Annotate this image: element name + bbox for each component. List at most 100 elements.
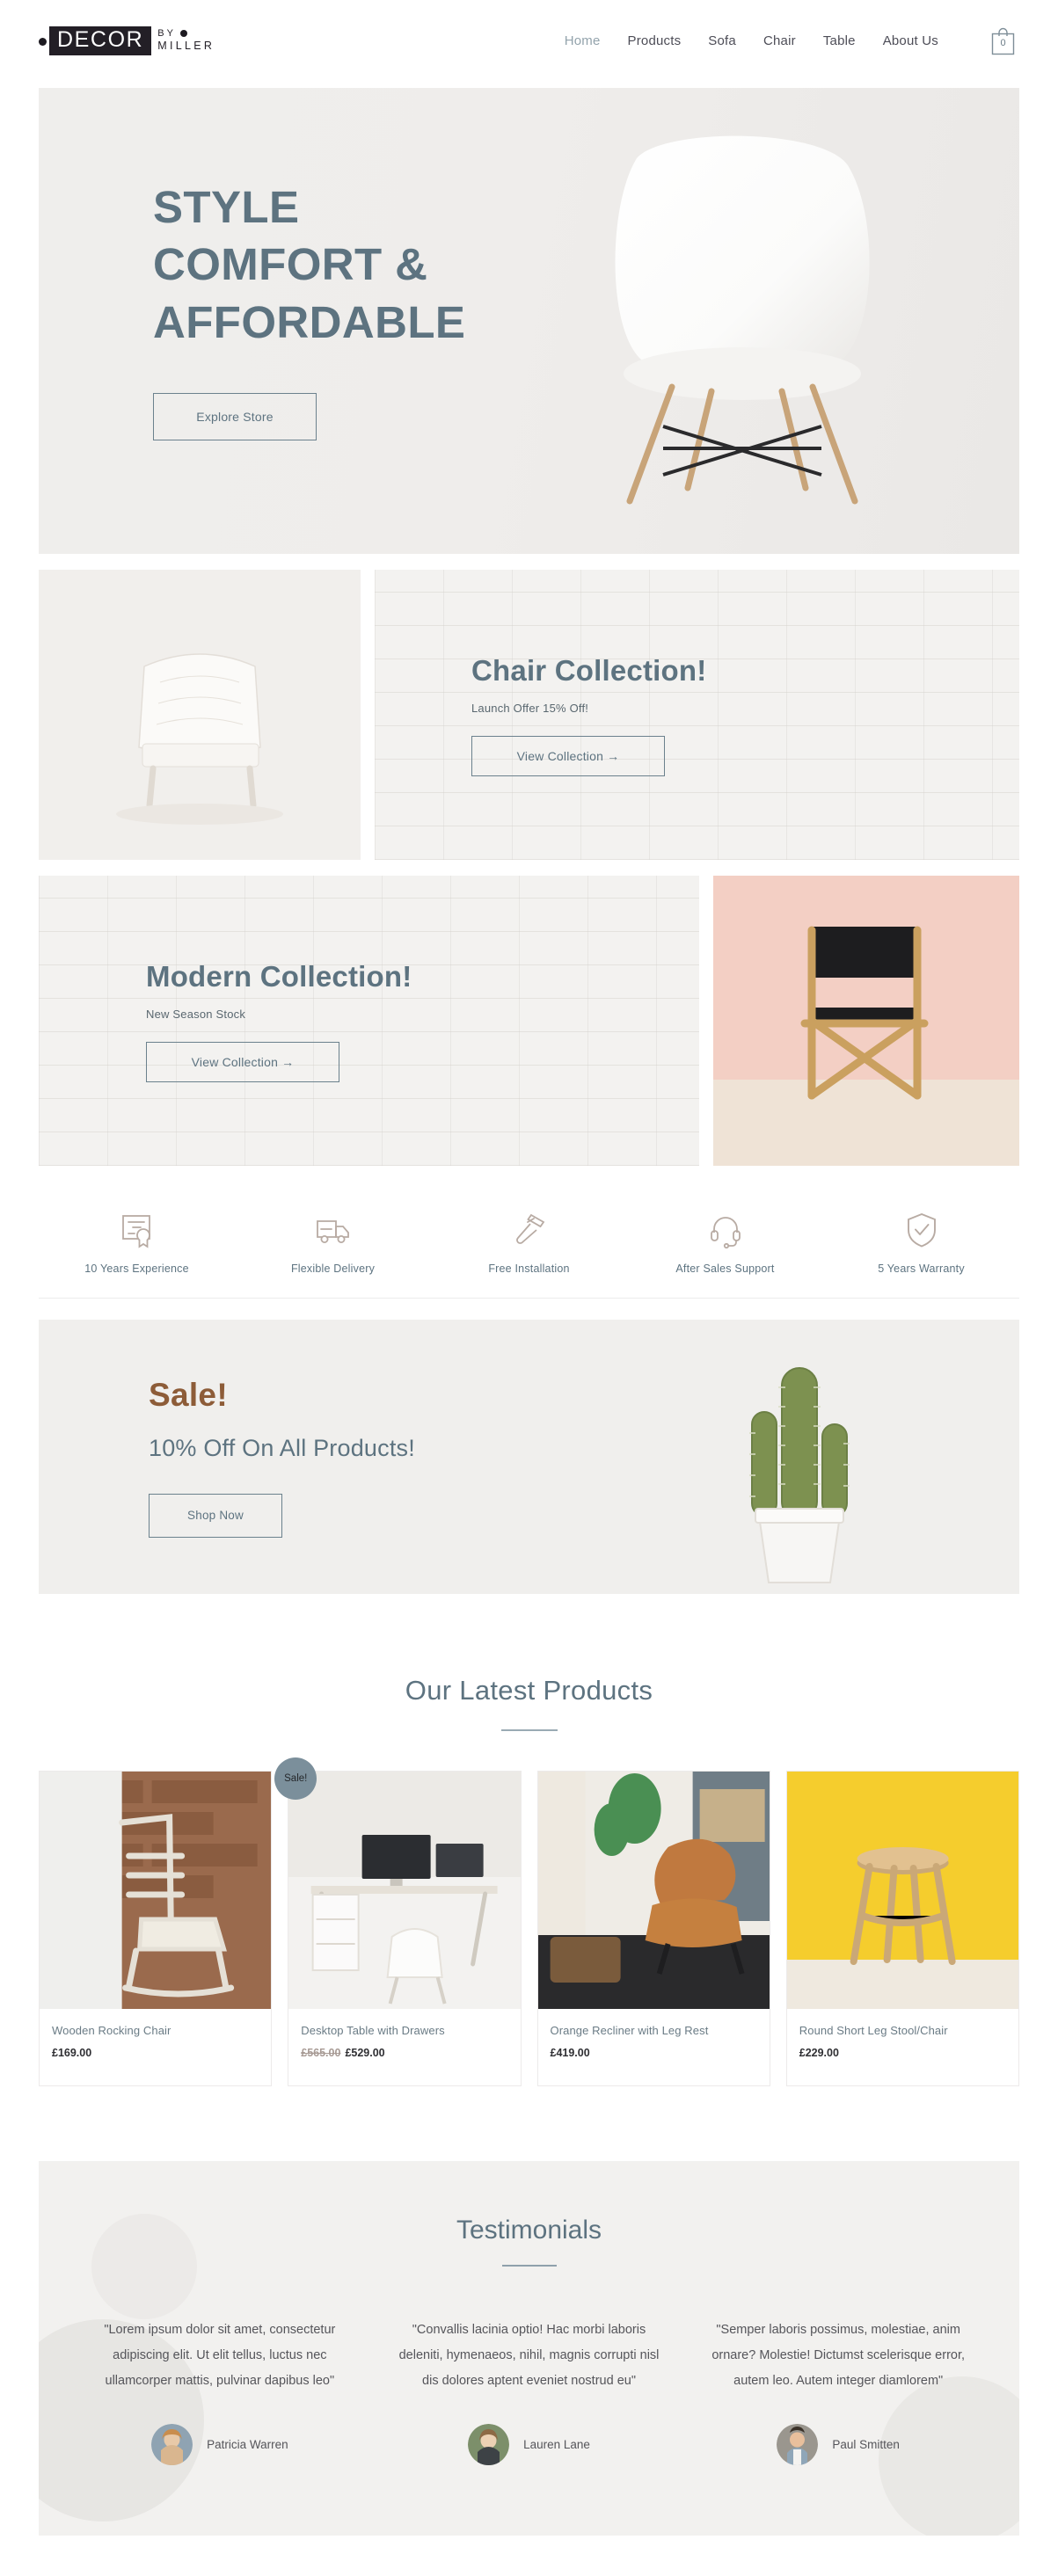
hero-banner: STYLE COMFORT & AFFORDABLE Explore Store (39, 88, 1019, 554)
products-heading: Our Latest Products (405, 1675, 653, 1706)
logo-dot-left-icon (39, 37, 47, 46)
chair-view-collection-button[interactable]: View Collection → (471, 735, 665, 776)
nav-item-products[interactable]: Products (628, 33, 682, 48)
product-current-price: £229.00 (799, 2047, 839, 2059)
product-name: Wooden Rocking Chair (52, 2024, 171, 2037)
product-grid: Wooden Rocking Chair £169.00 Sale! Deskt… (39, 1757, 1019, 2086)
hero-line-2: COMFORT & (153, 239, 428, 290)
testimonials-heading: Testimonials (456, 2216, 602, 2245)
modern-collection-image (713, 876, 1019, 1166)
product-card[interactable]: Wooden Rocking Chair £169.00 (39, 1771, 273, 2086)
sale-title: Sale! (149, 1376, 228, 1413)
nav-item-chair[interactable]: Chair (763, 33, 796, 48)
logo-by-row: BY (157, 27, 215, 40)
logo-secondary: BY MILLER (157, 27, 215, 53)
testimonial-name: Patricia Warren (207, 2438, 288, 2451)
testimonial-quote: "Convallis lacinia optio! Hac morbi labo… (398, 2323, 660, 2388)
modern-collection-band: Modern Collection! New Season Stock View… (39, 876, 1019, 1166)
product-current-price: £529.00 (345, 2047, 385, 2059)
brick-texture (375, 570, 1019, 860)
testimonial-author: Paul Smitten (703, 2424, 974, 2465)
product-name: Desktop Table with Drawers (301, 2024, 445, 2037)
product-name: Round Short Leg Stool/Chair (799, 2024, 948, 2037)
product-card[interactable]: Sale! Desktop Table with Drawers £565.00… (274, 1757, 522, 2086)
hero-line-1: STYLE (153, 182, 300, 232)
modern-collection-subtitle: New Season Stock (146, 1007, 246, 1021)
avatar (777, 2424, 819, 2465)
hammer-icon (515, 1213, 544, 1244)
sale-subtitle: 10% Off On All Products! (149, 1434, 415, 1461)
feature-label: Free Installation (488, 1263, 570, 1275)
testimonial-quote: "Lorem ipsum dolor sit amet, consectetur… (104, 2323, 336, 2388)
product-image (40, 1772, 272, 2009)
product-old-price: £565.00 (301, 2047, 341, 2059)
nav-item-home[interactable]: Home (565, 33, 601, 48)
avatar (468, 2424, 510, 2465)
feature-label: After Sales Support (675, 1263, 775, 1275)
testimonial-item: "Semper laboris possimus, molestiae, ani… (683, 2318, 993, 2465)
product-card[interactable]: Round Short Leg Stool/Chair £229.00 (785, 1771, 1019, 2086)
product-info: Desktop Table with Drawers £565.00 £529.0… (288, 2009, 520, 2085)
hero-heading: STYLE COMFORT & AFFORDABLE (153, 178, 1019, 351)
testimonial-item: "Lorem ipsum dolor sit amet, consectetur… (65, 2318, 375, 2465)
shop-now-button[interactable]: Shop Now (149, 1493, 282, 1538)
cart-button[interactable]: 0 (990, 26, 1016, 55)
product-card[interactable]: Orange Recliner with Leg Rest £419.00 (536, 1771, 770, 2086)
product-price: £229.00 (799, 2047, 1006, 2059)
logo-decor-text: DECOR (57, 26, 144, 52)
feature-label: 10 Years Experience (84, 1263, 189, 1275)
logo-wordmark-box: DECOR (49, 25, 152, 55)
chair-collection-subtitle: Launch Offer 15% Off! (471, 701, 589, 715)
chair-collection-image (39, 570, 361, 860)
feature-after-sales-support: After Sales Support (627, 1210, 823, 1275)
modern-view-collection-button[interactable]: View Collection → (146, 1041, 339, 1082)
chair-collection-band: Chair Collection! Launch Offer 15% Off! … (39, 570, 1019, 860)
page-root: DECOR BY MILLER Home Products Sofa Chair… (0, 0, 1058, 2536)
feature-label: Flexible Delivery (290, 1263, 376, 1275)
product-image (786, 1772, 1018, 2009)
feature-label: 5 Years Warranty (878, 1263, 965, 1275)
logo-dot-right-icon (179, 30, 187, 38)
product-name: Orange Recliner with Leg Rest (550, 2024, 709, 2037)
headset-icon (710, 1217, 741, 1249)
product-current-price: £169.00 (52, 2047, 92, 2059)
product-info: Wooden Rocking Chair £169.00 (40, 2009, 271, 2085)
product-info: Round Short Leg Stool/Chair £229.00 (787, 2009, 1018, 2085)
testimonial-name: Lauren Lane (523, 2438, 590, 2451)
sale-banner: Sale! 10% Off On All Products! Shop Now (39, 1320, 1019, 1594)
cactus-image (749, 1367, 850, 1583)
modern-collection-title: Modern Collection! (146, 959, 412, 993)
certificate-icon (121, 1215, 150, 1248)
sale-badge: Sale! (274, 1757, 317, 1800)
brick-texture (39, 876, 699, 1166)
testimonial-author: Patricia Warren (84, 2424, 355, 2465)
feature-flexible-delivery: Flexible Delivery (235, 1210, 431, 1275)
chair-collection-title: Chair Collection! (471, 653, 707, 687)
product-price: £565.00 £529.00 (301, 2047, 507, 2059)
testimonial-author: Lauren Lane (394, 2424, 665, 2465)
nav-item-about-us[interactable]: About Us (883, 33, 938, 48)
product-image (537, 1772, 770, 2009)
nav-item-sofa[interactable]: Sofa (708, 33, 736, 48)
site-logo[interactable]: DECOR BY MILLER (39, 25, 215, 55)
explore-store-button[interactable]: Explore Store (153, 392, 317, 440)
cart-count: 0 (1000, 37, 1006, 48)
section-divider (500, 1729, 558, 1731)
main-navigation: Home Products Sofa Chair Table About Us … (565, 26, 1016, 55)
hero-content: STYLE COMFORT & AFFORDABLE Explore Store (39, 88, 1019, 440)
sale-content: Sale! 10% Off On All Products! Shop Now (39, 1377, 415, 1538)
hero-line-3: AFFORDABLE (153, 296, 466, 347)
shield-check-icon (907, 1212, 936, 1248)
testimonial-quote: "Semper laboris possimus, molestiae, ani… (711, 2323, 966, 2388)
product-image (288, 1772, 521, 2009)
avatar (151, 2424, 193, 2465)
modern-collection-text: Modern Collection! New Season Stock View… (39, 876, 699, 1166)
testimonial-name: Paul Smitten (832, 2438, 900, 2451)
testimonials-head: Testimonials (39, 2216, 1019, 2267)
section-divider (501, 2265, 557, 2267)
feature-10-years-experience: 10 Years Experience (39, 1210, 235, 1275)
site-header: DECOR BY MILLER Home Products Sofa Chair… (0, 0, 1058, 81)
testimonials-row: "Lorem ipsum dolor sit amet, consectetur… (39, 2318, 1019, 2465)
logo-by-text: BY (157, 27, 176, 39)
nav-item-table[interactable]: Table (823, 33, 856, 48)
